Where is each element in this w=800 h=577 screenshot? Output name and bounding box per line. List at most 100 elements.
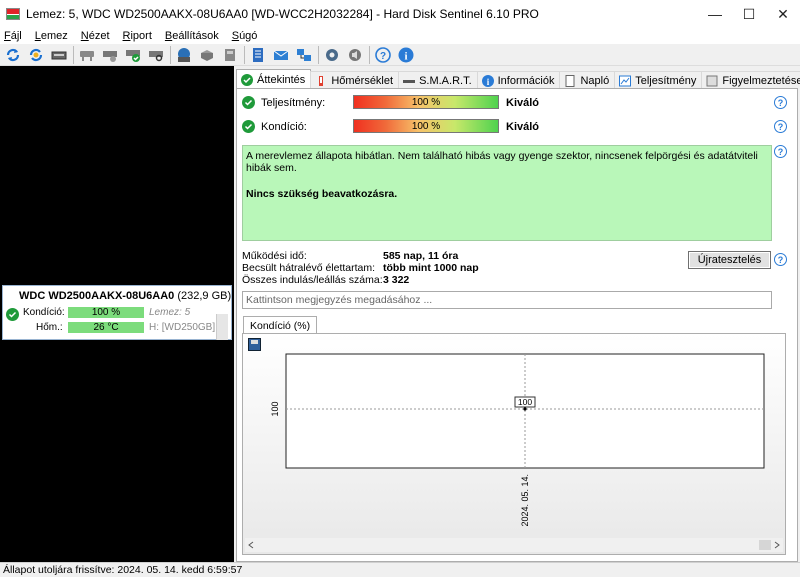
remaining-life-value: több mint 1000 nap bbox=[383, 262, 479, 274]
refresh-icon[interactable] bbox=[4, 46, 22, 64]
performance-help-icon[interactable]: ? bbox=[774, 96, 787, 109]
help-icon[interactable]: ? bbox=[374, 46, 392, 64]
disk-temp-bar: 26 °C bbox=[68, 322, 144, 333]
health-bar: 100 % bbox=[353, 119, 499, 133]
menu-view[interactable]: Nézet bbox=[81, 30, 110, 42]
tab-overview[interactable]: Áttekintés bbox=[236, 69, 312, 89]
app-window: Lemez: 5, WDC WD2500AAKX-08U6AA0 [WD-WCC… bbox=[0, 0, 800, 577]
disk-icon[interactable] bbox=[50, 46, 68, 64]
tab-log[interactable]: Napló bbox=[559, 71, 616, 89]
menu-report[interactable]: Riport bbox=[123, 30, 152, 42]
y-tick-label: 100 bbox=[270, 401, 280, 416]
tab-performance[interactable]: Teljesítmény bbox=[614, 71, 703, 89]
info-icon: i bbox=[481, 74, 494, 87]
log-icon bbox=[564, 74, 576, 87]
maximize-button[interactable]: ☐ bbox=[732, 0, 766, 28]
disk-tools-icon[interactable] bbox=[221, 46, 239, 64]
status-message-box: A merevlemez állapota hibátlan. Nem talá… bbox=[242, 145, 772, 241]
uptime-label: Működési idő: bbox=[242, 250, 307, 262]
disk-save-icon[interactable] bbox=[175, 46, 193, 64]
menu-disk[interactable]: Lemez bbox=[35, 30, 68, 42]
disk-gray-icon[interactable] bbox=[78, 46, 96, 64]
refresh-all-icon[interactable] bbox=[27, 46, 45, 64]
performance-ok-icon bbox=[242, 96, 255, 109]
start-stop-value: 3 322 bbox=[383, 274, 410, 286]
report-icon[interactable] bbox=[249, 46, 267, 64]
remaining-life-label: Becsült hátralévő élettartam: bbox=[242, 262, 376, 274]
health-label: Kondíció: bbox=[261, 121, 307, 133]
tab-alerts[interactable]: Figyelmeztetések bbox=[701, 71, 800, 89]
uptime-value: 585 nap, 11 óra bbox=[383, 250, 459, 262]
tab-information[interactable]: i Információk bbox=[476, 71, 561, 89]
health-ok-icon bbox=[242, 120, 255, 133]
smart-icon bbox=[403, 75, 416, 87]
health-help-icon[interactable]: ? bbox=[774, 120, 787, 133]
data-label: 100 bbox=[518, 397, 532, 407]
performance-icon bbox=[619, 75, 632, 87]
performance-label: Teljesítmény: bbox=[261, 97, 326, 109]
toolbar-separator bbox=[318, 45, 319, 64]
disk-name: WDC WD2500AAKX-08U6AA0 bbox=[19, 290, 175, 302]
health-rating: Kiváló bbox=[506, 121, 540, 133]
disk-ok-status-icon bbox=[6, 308, 19, 321]
disk-temp-label: Hőm.: bbox=[36, 322, 63, 333]
message-help-icon[interactable]: ? bbox=[774, 145, 787, 158]
menu-file[interactable]: Fájl bbox=[4, 30, 22, 42]
app-logo-icon bbox=[6, 8, 20, 20]
status-message: A merevlemez állapota hibátlan. Nem talá… bbox=[246, 150, 758, 174]
disk-number-label: Lemez: 5 bbox=[149, 307, 191, 318]
disk-condition-label: Kondíció: bbox=[23, 307, 65, 318]
toolbar-separator bbox=[369, 45, 370, 64]
thermometer-icon bbox=[315, 75, 327, 87]
toolbar-separator bbox=[73, 45, 74, 64]
ok-icon bbox=[241, 73, 253, 86]
svg-text:i: i bbox=[404, 50, 407, 62]
tab-condition-chart[interactable]: Kondíció (%) bbox=[243, 316, 318, 334]
toolbar-separator bbox=[170, 45, 171, 64]
chart-scrollbar[interactable] bbox=[245, 538, 783, 552]
retest-button[interactable]: Újratesztelés bbox=[688, 251, 771, 269]
disk-cd-icon[interactable] bbox=[198, 46, 216, 64]
settings-icon[interactable] bbox=[323, 46, 341, 64]
title-bar: Lemez: 5, WDC WD2500AAKX-08U6AA0 [WD-WCC… bbox=[0, 0, 800, 28]
status-bar: Állapot utoljára frissítve: 2024. 05. 14… bbox=[0, 562, 800, 577]
sound-icon[interactable] bbox=[346, 46, 364, 64]
status-recommendation: Nincs szükség beavatkozásra. bbox=[246, 188, 398, 200]
tab-temperature[interactable]: Hőmérséklet bbox=[310, 71, 400, 89]
minimize-button[interactable]: — bbox=[698, 0, 732, 28]
close-button[interactable]: ✕ bbox=[766, 0, 800, 28]
menu-settings[interactable]: Beállítások bbox=[165, 30, 219, 42]
window-title: Lemez: 5, WDC WD2500AAKX-08U6AA0 [WD-WCC… bbox=[26, 7, 539, 21]
toolbar: ? i bbox=[0, 44, 800, 66]
tab-bar: Áttekintés Hőmérséklet S.M.A.R.T. i Infor… bbox=[236, 69, 800, 89]
performance-bar: 100 % bbox=[353, 95, 499, 109]
start-stop-label: Összes indulás/leállás száma: bbox=[242, 274, 383, 286]
disk-settings-icon[interactable] bbox=[101, 46, 119, 64]
disk-condition-bar: 100 % bbox=[68, 307, 144, 318]
alerts-icon bbox=[706, 75, 718, 87]
note-input[interactable]: Kattintson megjegyzés megadásához ... bbox=[242, 291, 772, 309]
email-icon[interactable] bbox=[272, 46, 290, 64]
info-icon[interactable]: i bbox=[397, 46, 415, 64]
menu-help[interactable]: Súgó bbox=[232, 30, 258, 42]
toolbar-separator bbox=[244, 45, 245, 64]
disk-ok-icon[interactable] bbox=[124, 46, 142, 64]
tab-smart[interactable]: S.M.A.R.T. bbox=[398, 71, 478, 89]
disk-volume-label: H: [WD250GB] bbox=[149, 322, 216, 333]
disk-list-scrollbar[interactable] bbox=[216, 314, 228, 340]
disk-card[interactable]: WDC WD2500AAKX-08U6AA0 (232,9 GB) Kondíc… bbox=[2, 285, 232, 340]
overview-panel: Teljesítmény: 100 % Kiváló ? Kondíció: 1… bbox=[236, 88, 798, 562]
data-point bbox=[523, 407, 527, 411]
scroll-thumb bbox=[759, 540, 771, 550]
svg-text:?: ? bbox=[380, 51, 386, 62]
menu-bar: Fájl Lemez Nézet Riport Beállítások Súgó bbox=[0, 28, 800, 44]
disk-list-panel: WDC WD2500AAKX-08U6AA0 (232,9 GB) Kondíc… bbox=[0, 66, 234, 562]
condition-chart-panel: 100 100 2024. 05. 14. bbox=[242, 333, 786, 555]
network-icon[interactable] bbox=[295, 46, 313, 64]
performance-rating: Kiváló bbox=[506, 97, 540, 109]
x-tick-label: 2024. 05. 14. bbox=[520, 474, 530, 527]
disk-capacity: (232,9 GB) bbox=[177, 290, 232, 302]
retest-help-icon[interactable]: ? bbox=[774, 253, 787, 266]
disk-search-icon[interactable] bbox=[147, 46, 165, 64]
condition-chart: 100 100 2024. 05. 14. bbox=[270, 353, 765, 527]
